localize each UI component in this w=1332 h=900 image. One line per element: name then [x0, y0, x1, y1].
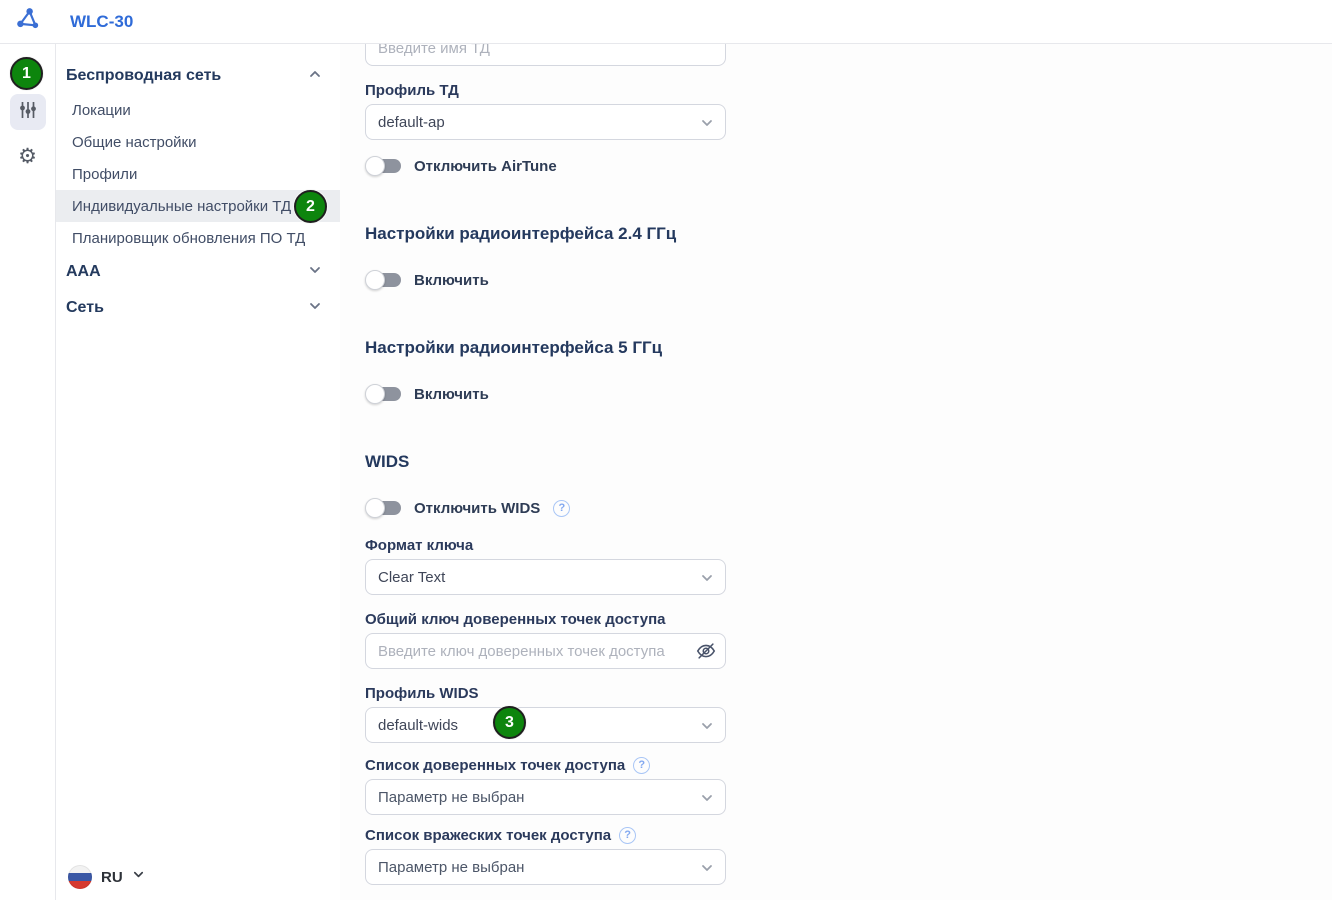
sidebar-section-aaa[interactable]: AAA — [56, 254, 340, 290]
ap-name-input[interactable] — [365, 44, 726, 66]
field-label-wids-profile: Профиль WIDS — [365, 683, 726, 703]
toggle-label: Включить — [414, 272, 489, 289]
section-heading-radio5: Настройки радиоинтерфейса 5 ГГц — [365, 336, 726, 360]
help-icon[interactable]: ? — [633, 757, 650, 774]
chevron-down-icon — [700, 719, 714, 737]
sidebar-item-locations[interactable]: Локации — [56, 94, 340, 126]
radio5-toggle-row: Включить — [365, 382, 726, 406]
field-label-trusted-list: Список доверенных точек доступа ? — [365, 755, 726, 775]
sidebar-section-wireless[interactable]: Беспроводная сеть — [56, 58, 340, 94]
radio24-enable-toggle[interactable] — [365, 270, 401, 290]
label-text: Общий ключ доверенных точек доступа — [365, 611, 665, 628]
ap-settings-form: Профиль ТД default-ap Отключить AirTune … — [365, 44, 726, 885]
flag-ru-icon — [68, 865, 92, 889]
label-text: Список доверенных точек доступа — [365, 757, 625, 774]
shared-key-input[interactable] — [365, 633, 726, 669]
sidebar-item-profiles[interactable]: Профили — [56, 158, 340, 190]
ap-profile-select[interactable]: default-ap — [365, 104, 726, 140]
section-heading-radio24: Настройки радиоинтерфейса 2.4 ГГц — [365, 222, 726, 246]
field-label-key-format: Формат ключа — [365, 535, 726, 555]
toggle-label: Включить — [414, 386, 489, 403]
chevron-down-icon — [308, 299, 322, 318]
chevron-down-icon — [132, 868, 145, 886]
main-content: Профиль ТД default-ap Отключить AirTune … — [340, 44, 1332, 900]
chevron-up-icon — [308, 67, 322, 86]
sidebar-section-label: Беспроводная сеть — [66, 67, 221, 85]
rail-system-settings-button[interactable]: ⚙ — [10, 138, 46, 174]
select-value: default-ap — [378, 114, 445, 131]
chevron-down-icon — [700, 791, 714, 809]
eye-off-icon[interactable] — [695, 640, 717, 662]
field-label-shared-key: Общий ключ доверенных точек доступа — [365, 609, 726, 629]
gear-icon: ⚙ — [18, 146, 37, 167]
sidebar-section-label: AAA — [66, 263, 101, 281]
chevron-down-icon — [700, 116, 714, 134]
sliders-icon — [18, 100, 38, 125]
network-nodes-icon — [15, 6, 41, 37]
field-label-ap-profile: Профиль ТД — [365, 80, 726, 100]
annotation-badge-3: 3 — [493, 706, 526, 739]
wids-profile-select[interactable]: default-wids — [365, 707, 726, 743]
app-window: WLC-30 ⚙ Беспроводная сеть — [0, 0, 1332, 900]
shared-key-input-wrap — [365, 633, 726, 669]
sidebar-item-ap-firmware-scheduler[interactable]: Планировщик обновления ПО ТД — [56, 222, 340, 254]
chevron-down-icon — [700, 571, 714, 589]
rogue-list-select[interactable]: Параметр не выбран — [365, 849, 726, 885]
wids-disable-toggle[interactable] — [365, 498, 401, 518]
radio24-toggle-row: Включить — [365, 268, 726, 292]
language-selector[interactable]: RU — [68, 865, 145, 889]
trusted-list-select[interactable]: Параметр не выбран — [365, 779, 726, 815]
help-icon[interactable]: ? — [619, 827, 636, 844]
language-code: RU — [101, 869, 123, 886]
airtune-toggle-row: Отключить AirTune — [365, 154, 726, 178]
section-heading-wids: WIDS — [365, 450, 726, 474]
toggle-label: Отключить WIDS — [414, 500, 540, 517]
airtune-toggle[interactable] — [365, 156, 401, 176]
wids-disable-toggle-row: Отключить WIDS ? — [365, 496, 726, 520]
key-format-select[interactable]: Clear Text — [365, 559, 726, 595]
select-value: Clear Text — [378, 569, 445, 586]
chevron-down-icon — [308, 263, 322, 282]
select-value: default-wids — [378, 717, 458, 734]
chevron-down-icon — [700, 861, 714, 879]
select-value: Параметр не выбран — [378, 789, 524, 806]
sidebar-item-general-settings[interactable]: Общие настройки — [56, 126, 340, 158]
sidebar-section-network[interactable]: Сеть — [56, 290, 340, 326]
app-logo[interactable] — [0, 6, 56, 37]
page-title[interactable]: WLC-30 — [70, 12, 133, 32]
radio5-enable-toggle[interactable] — [365, 384, 401, 404]
sidebar: Беспроводная сеть Локации Общие настройк… — [56, 44, 340, 900]
icon-rail: ⚙ — [0, 44, 56, 900]
field-label-rogue-list: Список вражеских точек доступа ? — [365, 825, 726, 845]
app-header: WLC-30 — [0, 0, 1332, 44]
sidebar-section-label: Сеть — [66, 299, 104, 317]
help-icon[interactable]: ? — [553, 500, 570, 517]
label-text: Профиль WIDS — [365, 685, 479, 702]
label-text: Список вражеских точек доступа — [365, 827, 611, 844]
select-value: Параметр не выбран — [378, 859, 524, 876]
toggle-label: Отключить AirTune — [414, 158, 557, 175]
label-text: Формат ключа — [365, 537, 473, 554]
annotation-badge-2: 2 — [294, 190, 327, 223]
annotation-badge-1: 1 — [10, 57, 43, 90]
label-text: Профиль ТД — [365, 82, 459, 99]
rail-wireless-settings-button[interactable] — [10, 94, 46, 130]
